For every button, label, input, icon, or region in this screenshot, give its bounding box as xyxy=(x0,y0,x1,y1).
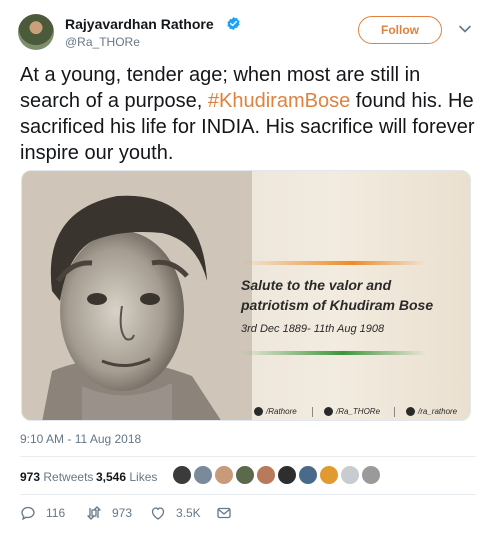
social-facebook: /Rathore xyxy=(254,407,297,417)
liker-avatar[interactable] xyxy=(172,465,192,485)
verified-badge-icon xyxy=(227,16,240,31)
facebook-icon xyxy=(254,407,263,417)
divider xyxy=(394,407,395,417)
author-name[interactable]: Rajyavardhan Rathore xyxy=(65,16,214,32)
tweet-timestamp[interactable]: 9:10 AM - 11 Aug 2018 xyxy=(20,432,141,446)
divider xyxy=(20,494,476,495)
liker-avatar[interactable] xyxy=(214,465,234,485)
chevron-down-icon[interactable] xyxy=(458,22,472,36)
like-button[interactable]: 3.5K xyxy=(150,504,201,522)
tweet-image[interactable]: Salute to the valor and patriotism of Kh… xyxy=(21,170,471,421)
reply-icon xyxy=(21,506,35,521)
retweets-count: 973 xyxy=(20,470,41,484)
image-caption-title: Salute to the valor and patriotism of Kh… xyxy=(241,277,434,313)
social-twitter: /Ra_THORe xyxy=(324,407,381,417)
retweet-button[interactable]: 973 xyxy=(86,504,132,522)
avatar[interactable] xyxy=(18,14,54,50)
saffron-stripe xyxy=(241,261,426,265)
liker-avatar[interactable] xyxy=(256,465,276,485)
divider xyxy=(312,407,313,417)
instagram-icon xyxy=(406,407,415,417)
tweet-header: Rajyavardhan Rathore @Ra_THORe Follow xyxy=(18,12,474,52)
retweets-stat[interactable]: 973 Retweets xyxy=(20,470,93,484)
heart-icon xyxy=(151,507,165,520)
social-label: /Ra_THORe xyxy=(336,407,381,416)
social-label: /ra_rathore xyxy=(418,407,458,416)
likes-count: 3,546 xyxy=(96,470,127,484)
retweet-icon xyxy=(87,506,101,520)
image-caption-dates: 3rd Dec 1889- 11th Aug 1908 xyxy=(241,323,385,335)
green-stripe xyxy=(241,351,426,355)
liker-avatar[interactable] xyxy=(319,465,339,485)
reply-button[interactable]: 116 xyxy=(20,504,65,522)
retweets-label: Retweets xyxy=(43,470,94,484)
twitter-icon xyxy=(324,407,333,417)
envelope-icon xyxy=(217,507,231,519)
tweet-text: At a young, tender age; when most are st… xyxy=(20,62,476,166)
liker-avatar[interactable] xyxy=(235,465,255,485)
reply-count: 116 xyxy=(46,506,66,520)
like-count: 3.5K xyxy=(176,506,201,520)
liker-avatar[interactable] xyxy=(277,465,297,485)
author-handle[interactable]: @Ra_THORe xyxy=(65,35,140,49)
liker-avatar[interactable] xyxy=(340,465,360,485)
portrait-illustration xyxy=(22,171,252,420)
liker-avatar[interactable] xyxy=(361,465,381,485)
likes-stat[interactable]: 3,546 Likes xyxy=(96,470,157,484)
liker-avatar[interactable] xyxy=(298,465,318,485)
likes-label: Likes xyxy=(129,470,158,484)
liker-avatar[interactable] xyxy=(193,465,213,485)
follow-button[interactable]: Follow xyxy=(358,16,442,44)
retweet-count: 973 xyxy=(112,506,133,520)
social-label: /Rathore xyxy=(266,407,297,416)
direct-message-button[interactable] xyxy=(216,504,242,522)
hashtag-link[interactable]: #KhudiramBose xyxy=(208,90,350,112)
social-instagram: /ra_rathore xyxy=(406,407,458,417)
divider xyxy=(20,456,476,457)
